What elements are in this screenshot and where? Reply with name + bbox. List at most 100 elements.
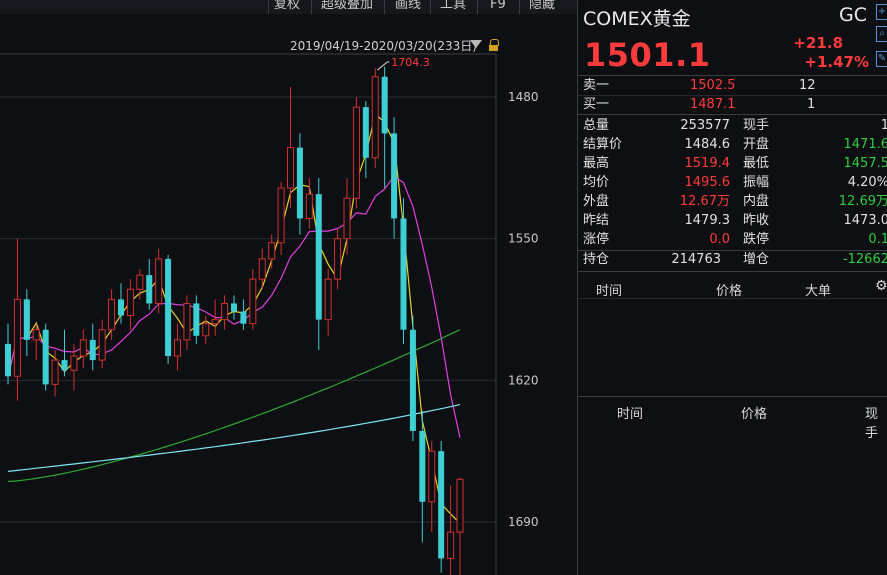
stats-row: 总量 253577 现手 1 <box>578 116 887 135</box>
toolbar-separator <box>519 0 520 14</box>
candle-body <box>296 147 303 219</box>
stats-row: 最高 1519.4 最低 1457.5 <box>578 154 887 173</box>
instrument-code: GC <box>839 4 867 26</box>
candle-body <box>89 339 96 361</box>
candlestick-chart[interactable]: 1690 1620 1550 1480 1704.3 <box>0 14 577 575</box>
sell1-row: 卖一 1502.5 12 <box>578 76 887 95</box>
tools-button[interactable]: 工具 <box>440 0 466 13</box>
lock-icon-body <box>489 45 498 51</box>
stat-label: 最低 <box>743 156 770 171</box>
candle-body <box>352 106 360 199</box>
stat-value: 12.67万 <box>679 194 730 209</box>
stat-value: 253577 <box>680 118 730 133</box>
settings-icon[interactable]: ⚙ <box>875 278 887 294</box>
ticks-volume-header: 现手 <box>865 407 879 441</box>
trades-time-header: 时间 <box>596 284 623 299</box>
divider <box>578 271 887 272</box>
candle-body <box>268 242 276 260</box>
candle-body <box>183 302 191 341</box>
stat-value: 1473.0 <box>843 213 887 228</box>
candle-body <box>438 451 445 559</box>
toolbar-separator <box>477 0 478 14</box>
candle-body <box>371 76 379 159</box>
f9-button[interactable]: F9 <box>490 0 506 13</box>
draw-line-button[interactable]: 画线 <box>395 0 421 13</box>
divider <box>578 298 887 299</box>
ma-line-cyan <box>7 404 461 472</box>
stats-row: 涨停 0.0 跌停 0.1 <box>578 230 887 249</box>
candle-body <box>381 76 388 134</box>
trades-big-order-header: 大单 <box>805 284 832 299</box>
candle-body <box>343 197 351 240</box>
candle-body <box>456 478 464 533</box>
range-dropdown-icon[interactable] <box>470 40 482 48</box>
candle-body <box>315 194 322 320</box>
price-tick-label: 1480 <box>508 90 539 104</box>
candle-body <box>13 298 21 377</box>
candles <box>5 66 464 575</box>
candle-body <box>79 339 87 357</box>
price-change: +21.8 <box>793 34 843 52</box>
candle-body <box>193 303 200 336</box>
ticks-price-header: 价格 <box>741 407 768 422</box>
candle-body <box>240 311 247 324</box>
stat-label: 总量 <box>583 118 610 133</box>
sell1-price: 1502.5 <box>690 78 736 93</box>
chart-toolbar: 复权 超级叠加 画线 工具 F9 隐藏 <box>0 0 577 14</box>
quote-panel: COMEX黄金 GC + ⌕ ✎ 1501.1 +21.8 +1.47% 卖一 … <box>578 0 887 575</box>
buy1-row: 买一 1487.1 1 <box>578 95 887 114</box>
candle-body <box>155 258 163 304</box>
candle-body <box>98 329 106 361</box>
restore-rights-button[interactable]: 复权 <box>274 0 300 13</box>
position-value: 214763 <box>671 252 721 267</box>
candle-body <box>231 303 237 312</box>
candle-body <box>391 133 398 219</box>
candle-body <box>400 218 407 330</box>
super-overlay-button[interactable]: 超级叠加 <box>321 0 373 13</box>
candle-body <box>61 360 68 371</box>
toolbar-separator <box>268 0 269 14</box>
stat-label: 涨停 <box>583 232 610 247</box>
stat-label: 均价 <box>583 175 610 190</box>
hide-button[interactable]: 隐藏 <box>529 0 555 13</box>
stats-row: 结算价 1484.6 开盘 1471.6 <box>578 135 887 154</box>
high-arrow <box>376 61 390 71</box>
stats-row: 外盘 12.67万 内盘 12.69万 <box>578 192 887 211</box>
candle-body <box>146 275 153 304</box>
stat-label: 外盘 <box>583 194 610 209</box>
buy1-label: 买一 <box>583 97 610 112</box>
stat-value: 1479.3 <box>684 213 731 228</box>
candle-body <box>32 329 40 341</box>
toolbar-separator <box>384 0 385 14</box>
stat-value: 1471.6 <box>843 137 887 152</box>
toolbar-separator <box>430 0 431 14</box>
candle-body <box>126 288 134 317</box>
increase-position-value: -12662 <box>842 252 887 267</box>
price-tick-label: 1620 <box>508 373 539 387</box>
stat-label: 最高 <box>583 156 610 171</box>
stats-row: 均价 1495.6 振幅 4.20% <box>578 173 887 192</box>
edit-icon[interactable]: ✎ <box>876 51 887 67</box>
search-icon[interactable]: ⌕ <box>876 26 887 42</box>
candle-body <box>428 450 436 503</box>
candle-body <box>42 329 49 385</box>
candle-body <box>70 355 78 371</box>
stat-label: 开盘 <box>743 137 770 152</box>
candle-body <box>174 339 181 357</box>
candle-body <box>249 278 257 325</box>
stat-label: 昨收 <box>743 213 770 228</box>
date-range-label[interactable]: 2019/04/19-2020/03/20(233日) <box>290 37 477 54</box>
toolbar-separator <box>311 0 312 14</box>
candle-body <box>136 274 144 290</box>
stat-label: 振幅 <box>743 175 770 190</box>
stat-value: 0.1 <box>868 232 887 247</box>
stat-value: 12.69万 <box>838 194 887 209</box>
price-tick-label: 1550 <box>508 232 539 246</box>
add-icon[interactable]: + <box>876 4 887 20</box>
price-axis-labels: 1690 1620 1550 1480 <box>508 90 539 529</box>
candle-body <box>23 299 30 340</box>
candle-body <box>447 531 455 559</box>
candle-body <box>51 359 59 385</box>
instrument-title: COMEX黄金 <box>583 8 691 30</box>
candle-body <box>277 187 285 244</box>
